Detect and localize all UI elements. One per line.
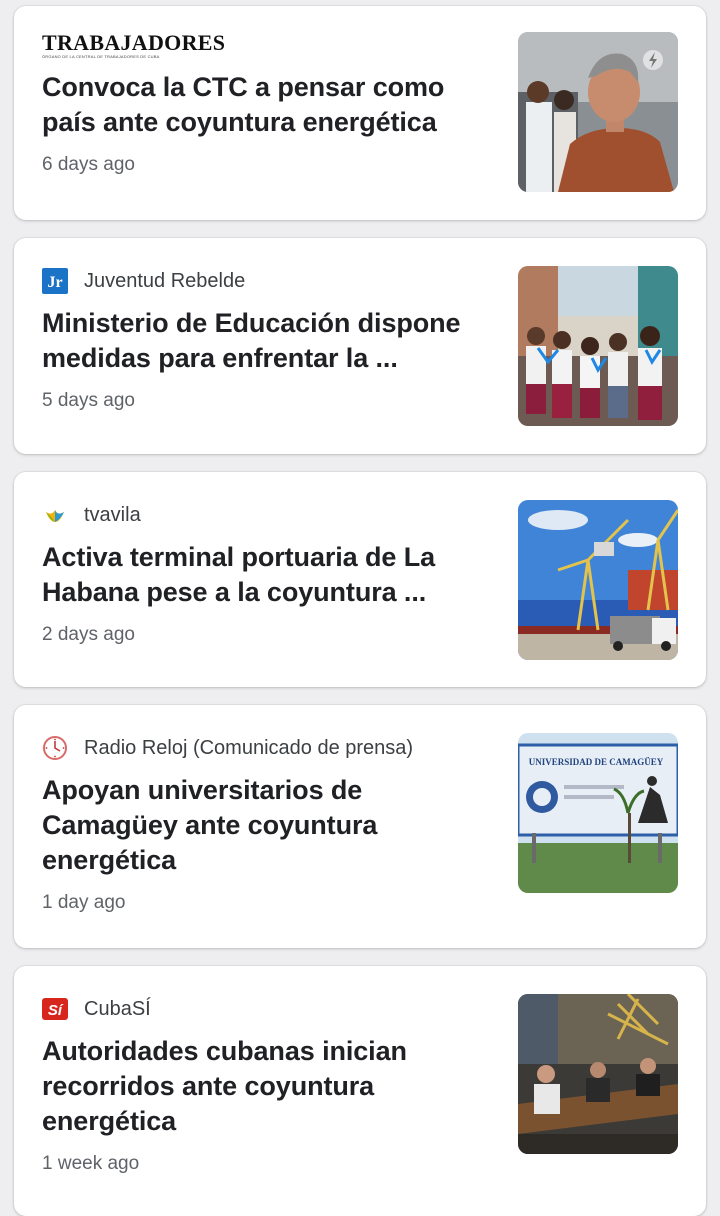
headline[interactable]: Convoca la CTC a pensar como país ante c…: [42, 70, 482, 140]
published-age: 1 day ago: [42, 892, 126, 913]
photo-port-cranes: [518, 500, 678, 660]
news-card[interactable]: Jr Juventud Rebelde Ministerio de Educac…: [14, 238, 706, 454]
source-name: Radio Reloj (Comunicado de prensa): [84, 736, 414, 759]
photo-university-sign: UNIVERSIDAD DE CAMAGÜEY: [518, 733, 678, 893]
clock-icon: [43, 736, 67, 760]
source-name: CubaSÍ: [84, 997, 151, 1020]
tvavila-logo-icon: [46, 510, 64, 522]
thumbnail-image[interactable]: [518, 994, 678, 1154]
thumbnail-image[interactable]: [518, 500, 678, 660]
news-card[interactable]: Radio Reloj (Comunicado de prensa) Apoya…: [14, 705, 706, 948]
source-row: Radio Reloj (Comunicado de prensa): [42, 735, 482, 761]
card-text: Jr Juventud Rebelde Ministerio de Educac…: [42, 268, 482, 412]
headline[interactable]: Ministerio de Educación dispone medidas …: [42, 306, 482, 376]
photo-man-orange-shirt: [518, 32, 678, 192]
svg-text:Jr: Jr: [47, 274, 62, 291]
source-name: TRABAJADORES: [42, 30, 226, 55]
card-text: TRABAJADORES ÓRGANO DE LA CENTRAL DE TRA…: [42, 30, 482, 176]
thumbnail-image[interactable]: UNIVERSIDAD DE CAMAGÜEY: [518, 733, 678, 893]
source-subtitle: ÓRGANO DE LA CENTRAL DE TRABAJADORES DE …: [42, 54, 160, 59]
svg-text:Sí: Sí: [48, 1002, 64, 1019]
source-row: Jr Juventud Rebelde: [42, 268, 482, 294]
source-row: tvavila: [42, 502, 482, 528]
photo-meeting-room: [518, 994, 678, 1154]
source-row: Sí CubaSÍ: [42, 996, 482, 1022]
news-card[interactable]: TRABAJADORES ÓRGANO DE LA CENTRAL DE TRA…: [14, 6, 706, 220]
source-name: Juventud Rebelde: [84, 269, 246, 292]
news-card[interactable]: Sí CubaSÍ Autoridades cubanas inician re…: [14, 966, 706, 1216]
source-name: tvavila: [84, 503, 141, 526]
photo-students-street: [518, 266, 678, 426]
published-age: 2 days ago: [42, 624, 135, 645]
thumbnail-image[interactable]: [518, 32, 678, 192]
headline[interactable]: Apoyan universitarios de Camagüey ante c…: [42, 773, 482, 878]
card-text: tvavila Activa terminal portuaria de La …: [42, 502, 482, 646]
headline[interactable]: Activa terminal portuaria de La Habana p…: [42, 540, 482, 610]
news-feed: TRABAJADORES ÓRGANO DE LA CENTRAL DE TRA…: [0, 0, 720, 1216]
published-age: 6 days ago: [42, 154, 135, 175]
published-age: 1 week ago: [42, 1153, 140, 1174]
thumbnail-image[interactable]: [518, 266, 678, 426]
sign-text: UNIVERSIDAD DE CAMAGÜEY: [529, 757, 664, 767]
cubasi-logo-icon: Sí: [42, 998, 68, 1020]
news-card[interactable]: tvavila Activa terminal portuaria de La …: [14, 472, 706, 687]
source-logo-trabajadores: TRABAJADORES ÓRGANO DE LA CENTRAL DE TRA…: [42, 30, 482, 60]
jr-logo-icon: Jr: [42, 268, 68, 294]
headline[interactable]: Autoridades cubanas inician recorridos a…: [42, 1034, 482, 1139]
published-age: 5 days ago: [42, 390, 135, 411]
card-text: Sí CubaSÍ Autoridades cubanas inician re…: [42, 996, 482, 1175]
card-text: Radio Reloj (Comunicado de prensa) Apoya…: [42, 735, 482, 914]
